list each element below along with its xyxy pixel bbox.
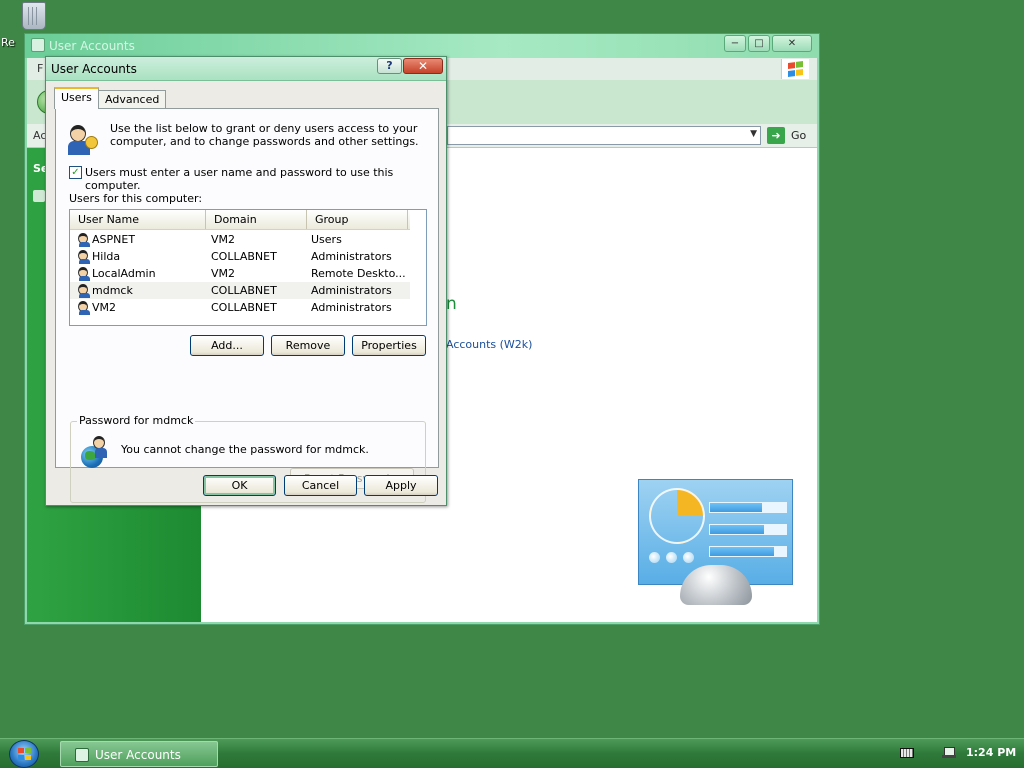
taskbar-user-accounts-button[interactable]: User Accounts: [60, 741, 218, 767]
recycle-bin-desktop-icon[interactable]: [10, 2, 58, 30]
content-heading: n: [446, 294, 457, 314]
password-message: You cannot change the password for mdmck…: [121, 443, 369, 456]
properties-button[interactable]: Properties: [352, 335, 426, 356]
user-name-cell: LocalAdmin: [92, 267, 156, 280]
dialog-title: User Accounts: [51, 62, 137, 76]
group-cell: Users: [311, 233, 342, 246]
cancel-button[interactable]: Cancel: [284, 475, 357, 496]
domain-cell: VM2: [211, 233, 236, 246]
intro-text: Use the list below to grant or deny user…: [110, 122, 419, 148]
password-group-title: Password for mdmck: [77, 414, 196, 427]
user-accounts-task-icon: [75, 748, 89, 762]
network-icon[interactable]: [942, 745, 956, 761]
group-cell: Administrators: [311, 301, 392, 314]
must-login-checkbox[interactable]: ✓: [69, 166, 82, 179]
bar-graphic: [709, 546, 787, 557]
domain-cell: VM2: [211, 267, 236, 280]
dot-graphic: [683, 552, 694, 563]
go-button[interactable]: Go: [791, 129, 806, 142]
table-row[interactable]: Hilda COLLABNET Administrators: [70, 248, 410, 265]
apply-button[interactable]: Apply: [364, 475, 438, 496]
bg-window-titlebar[interactable]: User Accounts − □ ✕: [25, 34, 819, 58]
column-header-domain[interactable]: Domain: [206, 210, 307, 229]
bg-window-title: User Accounts: [49, 39, 135, 53]
control-panel-illustration: [638, 479, 793, 609]
windows-logo-icon: [781, 59, 809, 79]
bar-graphic: [709, 502, 787, 513]
user-name-cell: ASPNET: [92, 233, 136, 246]
taskbar-item-label: User Accounts: [95, 748, 181, 762]
column-header-user-name[interactable]: User Name: [70, 210, 206, 229]
domain-cell: COLLABNET: [211, 250, 277, 263]
users-tab-page: Use the list below to grant or deny user…: [55, 108, 439, 503]
users-listview[interactable]: User Name Domain Group ASPNET VM2 Users …: [69, 209, 427, 326]
user-name-cell: mdmck: [92, 284, 133, 297]
group-cell: Administrators: [311, 284, 392, 297]
dialog-close-button[interactable]: ✕: [403, 58, 443, 74]
address-dropdown-icon[interactable]: ▼: [750, 129, 757, 139]
user-accounts-w2k-link[interactable]: Accounts (W2k): [446, 338, 532, 351]
user-accounts-window-icon: [31, 38, 45, 52]
maximize-button[interactable]: □: [748, 35, 770, 52]
user-name-cell: VM2: [92, 301, 117, 314]
user-icon: [76, 283, 91, 298]
users-list-label: Users for this computer:: [69, 192, 203, 205]
clock[interactable]: 1:24 PM: [966, 746, 1016, 759]
task-pane-item-icon[interactable]: [33, 190, 45, 202]
dot-graphic: [649, 552, 660, 563]
bg-close-button[interactable]: ✕: [772, 35, 812, 52]
ok-button[interactable]: OK: [203, 475, 276, 496]
go-arrow-icon[interactable]: ➜: [767, 127, 785, 144]
taskbar: User Accounts 1:24 PM: [0, 738, 1024, 768]
remove-user-button[interactable]: Remove: [271, 335, 345, 356]
address-input[interactable]: ▼: [447, 126, 761, 145]
dot-graphic: [666, 552, 677, 563]
table-row[interactable]: VM2 COLLABNET Administrators: [70, 299, 410, 316]
help-button[interactable]: ?: [377, 58, 402, 74]
user-icon: [76, 232, 91, 247]
recycle-bin-icon: [22, 2, 46, 30]
tab-users[interactable]: Users: [54, 87, 99, 109]
domain-cell: COLLABNET: [211, 301, 277, 314]
minimize-button[interactable]: −: [724, 35, 746, 52]
user-globe-icon: [81, 436, 115, 470]
group-cell: Administrators: [311, 250, 392, 263]
user-name-cell: Hilda: [92, 250, 121, 263]
must-login-label[interactable]: Users must enter a user name and passwor…: [85, 166, 438, 192]
dialog-titlebar[interactable]: User Accounts ? ✕: [46, 57, 446, 81]
group-cell: Remote Deskto...: [311, 267, 406, 280]
recycle-bin-label: Re: [1, 36, 15, 49]
user-icon: [76, 249, 91, 264]
column-header-group[interactable]: Group: [307, 210, 408, 229]
table-row[interactable]: LocalAdmin VM2 Remote Deskto...: [70, 265, 410, 282]
table-row[interactable]: ASPNET VM2 Users: [70, 231, 410, 248]
menu-file[interactable]: F: [37, 62, 43, 75]
pie-graphic: [649, 488, 705, 544]
user-icon: [76, 300, 91, 315]
start-button[interactable]: [9, 740, 39, 768]
table-row-selected[interactable]: mdmck COLLABNET Administrators: [70, 282, 410, 299]
user-icon: [76, 266, 91, 281]
tab-advanced[interactable]: Advanced: [98, 90, 167, 110]
domain-cell: COLLABNET: [211, 284, 277, 297]
users-group-icon: [68, 124, 100, 156]
user-accounts-dialog: User Accounts ? ✕ Users Advanced Use the…: [45, 56, 447, 506]
list-header: User Name Domain Group: [70, 210, 410, 230]
keyboard-icon[interactable]: [900, 748, 914, 758]
bar-graphic: [709, 524, 787, 535]
add-user-button[interactable]: Add...: [190, 335, 264, 356]
